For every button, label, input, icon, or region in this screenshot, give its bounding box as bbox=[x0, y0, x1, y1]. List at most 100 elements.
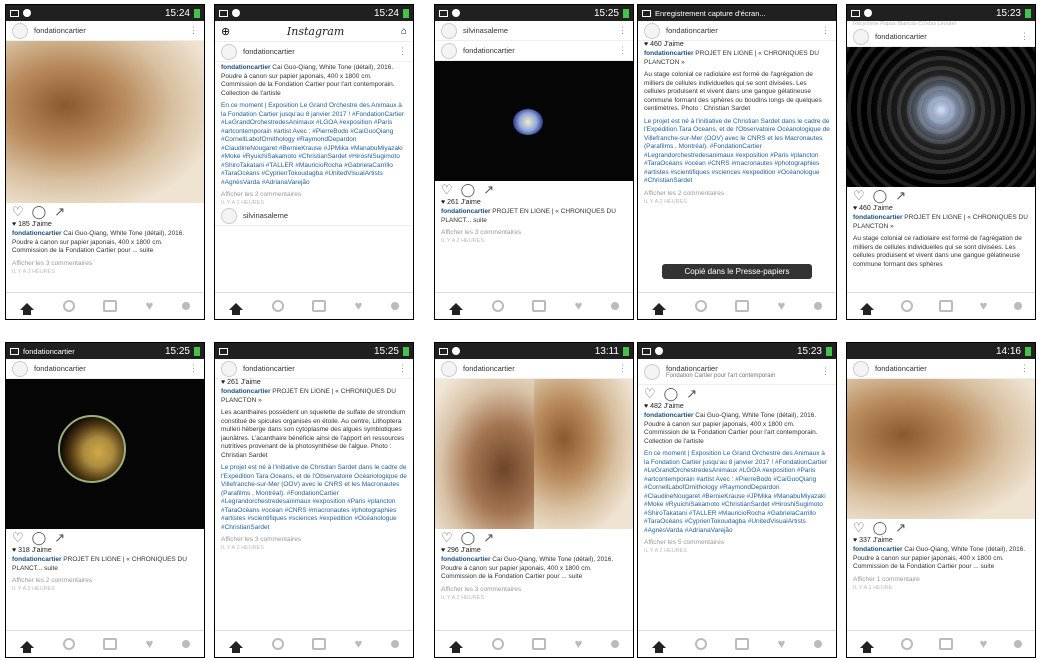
more-icon[interactable]: ⋮ bbox=[189, 25, 198, 36]
comment-icon[interactable]: ◯ bbox=[461, 182, 476, 198]
like-icon[interactable]: ♡ bbox=[441, 530, 453, 546]
comment-icon[interactable]: ◯ bbox=[873, 188, 888, 204]
post-photo[interactable] bbox=[847, 47, 1035, 187]
inbox-icon[interactable]: ⌂ bbox=[401, 26, 407, 37]
view-comments-link[interactable]: Afficher les 2 commentaires bbox=[638, 188, 836, 199]
more-icon[interactable]: ⋮ bbox=[821, 366, 830, 377]
profile-icon[interactable] bbox=[181, 302, 190, 310]
heart-icon[interactable]: ♥ bbox=[355, 637, 363, 650]
avatar[interactable] bbox=[12, 22, 28, 39]
caption-hashtags[interactable]: En ce moment | Exposition Le Grand Orche… bbox=[638, 448, 836, 537]
avatar[interactable] bbox=[12, 360, 28, 377]
username[interactable]: fondationcartier bbox=[34, 26, 189, 35]
home-icon[interactable] bbox=[449, 640, 464, 653]
profile-icon[interactable] bbox=[610, 640, 619, 648]
view-comments-link[interactable]: Afficher les 3 commentaires bbox=[6, 258, 204, 269]
like-icon[interactable]: ♡ bbox=[12, 204, 24, 220]
share-icon[interactable]: ↗ bbox=[686, 386, 697, 402]
heart-icon[interactable]: ♥ bbox=[980, 637, 988, 650]
avatar[interactable] bbox=[644, 22, 660, 39]
camera-icon[interactable] bbox=[735, 300, 750, 312]
comment-icon[interactable]: ◯ bbox=[32, 204, 47, 220]
heart-icon[interactable]: ♥ bbox=[778, 637, 786, 650]
username[interactable]: fondationcartier bbox=[875, 32, 1020, 41]
camera-icon[interactable] bbox=[532, 300, 547, 312]
username[interactable]: fondationcartier bbox=[243, 47, 398, 56]
caption-project[interactable]: Le projet est né à l'initiative de Chris… bbox=[638, 116, 836, 188]
post-photo[interactable] bbox=[6, 379, 204, 529]
heart-icon[interactable]: ♥ bbox=[980, 299, 988, 312]
search-icon[interactable] bbox=[900, 638, 913, 650]
avatar[interactable] bbox=[644, 363, 660, 380]
view-comments-link[interactable]: Afficher les 2 commentaires bbox=[6, 575, 204, 586]
username[interactable]: silvinasaleme bbox=[243, 211, 407, 220]
heart-icon[interactable]: ♥ bbox=[146, 637, 154, 650]
post-photo[interactable] bbox=[847, 379, 1035, 519]
search-icon[interactable] bbox=[271, 638, 284, 650]
profile-icon[interactable] bbox=[390, 640, 399, 648]
camera-icon[interactable] bbox=[532, 638, 547, 650]
username[interactable]: fondationcartier bbox=[463, 364, 618, 373]
post-header[interactable]: fondationcartier ⋮ bbox=[847, 359, 1035, 379]
view-comments-link[interactable]: Afficher 1 commentaire bbox=[847, 574, 1035, 585]
share-icon[interactable]: ↗ bbox=[895, 520, 906, 536]
likes-count[interactable]: ♥ 337 J'aime bbox=[847, 537, 1035, 544]
more-icon[interactable]: ⋮ bbox=[618, 45, 627, 56]
home-icon[interactable] bbox=[449, 302, 464, 315]
more-icon[interactable]: ⋮ bbox=[821, 25, 830, 36]
avatar[interactable] bbox=[853, 28, 869, 45]
likes-count[interactable]: ♥ 460 J'aime bbox=[638, 41, 836, 48]
post-header[interactable]: fondationcartier Fondation Cartier pour l… bbox=[638, 359, 836, 385]
avatar[interactable] bbox=[221, 43, 237, 60]
heart-icon[interactable]: ♥ bbox=[146, 299, 154, 312]
likes-count[interactable]: ♥ 296 J'aime bbox=[435, 547, 633, 554]
comment-icon[interactable]: ◯ bbox=[461, 530, 476, 546]
heart-icon[interactable]: ♥ bbox=[355, 299, 363, 312]
profile-icon[interactable] bbox=[813, 302, 822, 310]
post-photo[interactable] bbox=[6, 41, 204, 203]
search-icon[interactable] bbox=[271, 300, 284, 312]
search-icon[interactable] bbox=[491, 300, 504, 312]
post-header[interactable]: fondationcartier ⋮ bbox=[6, 21, 204, 41]
camera-icon[interactable] bbox=[312, 638, 327, 650]
share-icon[interactable]: ↗ bbox=[54, 530, 65, 546]
post-header[interactable]: fondationcartier ⋮ bbox=[6, 359, 204, 379]
top-post-header[interactable]: silvinasaleme ⋮ bbox=[435, 21, 633, 41]
profile-icon[interactable] bbox=[610, 302, 619, 310]
more-icon[interactable]: ⋮ bbox=[398, 363, 407, 374]
camera-icon[interactable] bbox=[939, 638, 954, 650]
profile-icon[interactable] bbox=[181, 640, 190, 648]
next-post-header[interactable]: silvinasaleme bbox=[215, 206, 413, 226]
post-header[interactable]: fondationcartier ⋮ bbox=[215, 359, 413, 379]
more-icon[interactable]: ⋮ bbox=[618, 25, 627, 36]
camera-icon[interactable] bbox=[735, 638, 750, 650]
avatar[interactable] bbox=[441, 42, 457, 59]
home-icon[interactable] bbox=[860, 640, 875, 653]
profile-icon[interactable] bbox=[390, 302, 399, 310]
post-header[interactable]: fondationcartier ⋮ bbox=[847, 27, 1035, 47]
like-icon[interactable]: ♡ bbox=[853, 188, 865, 204]
share-icon[interactable]: ↗ bbox=[895, 188, 906, 204]
view-comments-link[interactable]: Afficher les 3 commentaires bbox=[435, 227, 633, 238]
avatar[interactable] bbox=[441, 22, 457, 39]
post-header[interactable]: fondationcartier ⋮ bbox=[435, 41, 633, 61]
caption-hashtags[interactable]: En ce moment | Exposition Le Grand Orche… bbox=[215, 100, 413, 189]
username[interactable]: silvinasaleme bbox=[463, 26, 618, 35]
search-icon[interactable] bbox=[491, 638, 504, 650]
username[interactable]: fondationcartier bbox=[875, 364, 1020, 373]
like-icon[interactable]: ♡ bbox=[12, 530, 24, 546]
username-block[interactable]: fondationcartier Fondation Cartier pour l… bbox=[666, 364, 821, 379]
share-icon[interactable]: ↗ bbox=[483, 530, 494, 546]
post-header[interactable]: fondationcartier ⋮ bbox=[435, 359, 633, 379]
profile-icon[interactable] bbox=[813, 640, 822, 648]
home-icon[interactable] bbox=[652, 640, 667, 653]
post-header[interactable]: fondationcartier ⋮ bbox=[215, 42, 413, 62]
comment-icon[interactable]: ◯ bbox=[873, 520, 888, 536]
more-icon[interactable]: ⋮ bbox=[618, 363, 627, 374]
camera-icon[interactable] bbox=[103, 638, 118, 650]
likes-count[interactable]: ♥ 261 J'aime bbox=[435, 199, 633, 206]
search-icon[interactable] bbox=[694, 638, 707, 650]
view-comments-link[interactable]: Afficher les 3 commentaires bbox=[215, 534, 413, 545]
home-icon[interactable] bbox=[229, 640, 244, 653]
post-photo[interactable] bbox=[435, 61, 633, 181]
